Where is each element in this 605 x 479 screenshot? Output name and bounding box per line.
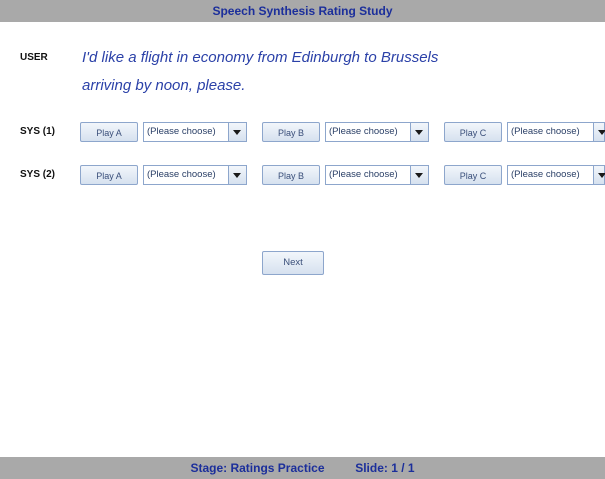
chevron-down-icon[interactable] — [410, 123, 428, 141]
sys-1-label: SYS (1) — [20, 126, 56, 137]
sys-2-rating-a-select[interactable]: (Please choose) — [143, 165, 247, 185]
sys-1-rating-b-select[interactable]: (Please choose) — [325, 122, 429, 142]
utterance-line-2: arriving by noon, please. — [82, 77, 246, 94]
sys-1-rating-c-select[interactable]: (Please choose) — [507, 122, 605, 142]
sys-2-play-a-button[interactable]: Play A — [80, 165, 138, 185]
chevron-down-icon[interactable] — [410, 166, 428, 184]
user-label: USER — [20, 52, 48, 63]
select-value: (Please choose) — [329, 126, 398, 137]
status-bar: Stage: Ratings Practice Slide: 1 / 1 — [0, 457, 605, 479]
sys-1-rating-a-select[interactable]: (Please choose) — [143, 122, 247, 142]
sys-2-rating-b-select[interactable]: (Please choose) — [325, 165, 429, 185]
sys-1-play-b-button[interactable]: Play B — [262, 122, 320, 142]
user-utterance: I'd like a flight in economy from Edinbu… — [82, 44, 582, 100]
select-value: (Please choose) — [329, 169, 398, 180]
sys-1-play-c-button[interactable]: Play C — [444, 122, 502, 142]
sys-2-rating-c-select[interactable]: (Please choose) — [507, 165, 605, 185]
stage-label: Stage: Ratings Practice — [190, 461, 325, 475]
chevron-down-icon[interactable] — [228, 123, 246, 141]
utterance-line-1: I'd like a flight in economy from Edinbu… — [82, 49, 439, 66]
slide-counter: Slide: 1 / 1 — [355, 461, 415, 475]
study-page: Speech Synthesis Rating Study USER I'd l… — [0, 0, 605, 479]
title-bar: Speech Synthesis Rating Study — [0, 0, 605, 22]
chevron-down-icon[interactable] — [593, 166, 605, 184]
sys-2-play-b-button[interactable]: Play B — [262, 165, 320, 185]
chevron-down-icon[interactable] — [228, 166, 246, 184]
next-button[interactable]: Next — [262, 251, 324, 275]
sys-2-play-c-button[interactable]: Play C — [444, 165, 502, 185]
select-value: (Please choose) — [511, 169, 580, 180]
chevron-down-icon[interactable] — [593, 123, 605, 141]
page-title: Speech Synthesis Rating Study — [212, 4, 393, 18]
sys-2-label: SYS (2) — [20, 169, 56, 180]
sys-1-play-a-button[interactable]: Play A — [80, 122, 138, 142]
select-value: (Please choose) — [147, 126, 216, 137]
select-value: (Please choose) — [147, 169, 216, 180]
select-value: (Please choose) — [511, 126, 580, 137]
